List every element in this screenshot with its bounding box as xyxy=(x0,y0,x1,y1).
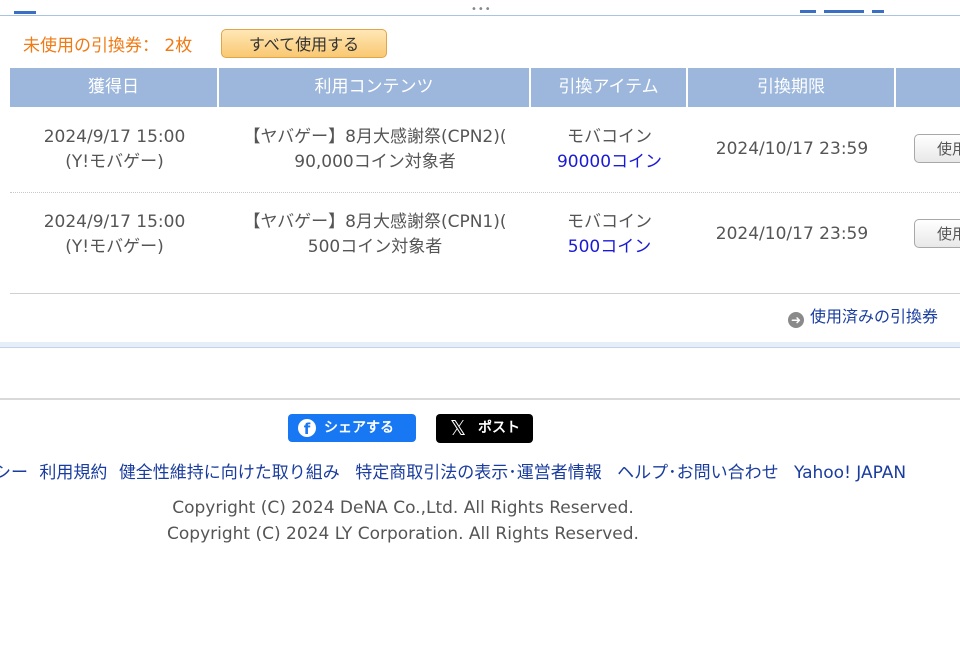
header-item: 引換アイテム xyxy=(531,68,688,107)
table-row: 2024/9/17 15:00 (Y!モバゲー) 【ヤバゲー】8月大感謝祭(CP… xyxy=(10,192,960,277)
acquired-source: (Y!モバゲー) xyxy=(65,236,164,257)
content-title: 【ヤバゲー】8月大感謝祭(CPN1)( xyxy=(243,211,507,232)
unused-ticket-count: 未使用の引換券： 2枚 xyxy=(23,36,193,56)
item-cell: モバコイン 90000コイン xyxy=(531,107,688,192)
top-divider xyxy=(0,15,960,16)
facebook-share-label: シェアする xyxy=(324,420,394,436)
footer-links: シー 利用規約 健全性維持に向けた取り組み 特定商取引法の表示･運営者情報 ヘル… xyxy=(0,458,960,483)
item-name: モバコイン xyxy=(567,211,652,232)
used-tickets-label[interactable]: 使用済みの引換券 xyxy=(810,307,938,326)
copyright-dena: Copyright (C) 2024 DeNA Co.,Ltd. All Rig… xyxy=(172,498,634,518)
acquired-date-cell: 2024/9/17 15:00 (Y!モバゲー) xyxy=(10,192,219,277)
facebook-share-button[interactable]: f シェアする xyxy=(288,414,416,442)
expiry-date: 2024/10/17 23:59 xyxy=(715,224,869,244)
header-expiry: 引換期限 xyxy=(688,68,896,107)
footer-link-integrity[interactable]: 健全性維持に向けた取り組み xyxy=(119,463,340,483)
table-row: 2024/9/17 15:00 (Y!モバゲー) 【ヤバゲー】8月大感謝祭(CP… xyxy=(10,107,960,192)
top-left-fragment xyxy=(14,11,36,14)
x-post-label: ポスト xyxy=(478,420,520,436)
acquired-date-cell: 2024/9/17 15:00 (Y!モバゲー) xyxy=(10,107,219,192)
footer-divider xyxy=(0,398,960,400)
item-amount-link[interactable]: 90000コイン xyxy=(557,150,662,175)
header-acquired-date: 獲得日 xyxy=(10,68,219,107)
content-target: 500コイン対象者 xyxy=(307,236,443,257)
item-name: モバコイン xyxy=(567,126,652,147)
arrow-right-circle-icon: ➜ xyxy=(788,312,804,328)
use-button[interactable]: 使用 xyxy=(914,219,960,248)
top-right-fragment xyxy=(800,10,950,14)
acquired-date: 2024/9/17 15:00 xyxy=(43,126,186,147)
item-amount-link[interactable]: 500コイン xyxy=(568,235,651,260)
item-cell: モバコイン 500コイン xyxy=(531,192,688,277)
content-cell: 【ヤバゲー】8月大感謝祭(CPN1)( 500コイン対象者 xyxy=(219,192,531,277)
header-content: 利用コンテンツ xyxy=(219,68,531,107)
footer-link-privacy[interactable]: シー xyxy=(0,463,28,483)
table-header: 獲得日 利用コンテンツ 引換アイテム 引換期限 xyxy=(10,68,960,107)
x-logo-icon: 𝕏 xyxy=(450,416,467,440)
footer-link-terms[interactable]: 利用規約 xyxy=(39,463,107,483)
used-tickets-link[interactable]: ➜ 使用済みの引換券 xyxy=(788,303,938,328)
footer-link-help[interactable]: ヘルプ･お問い合わせ xyxy=(617,463,779,483)
footer-link-yahoo[interactable]: Yahoo! JAPAN xyxy=(794,463,906,483)
acquired-source: (Y!モバゲー) xyxy=(65,151,164,172)
x-post-button[interactable]: 𝕏 ポスト xyxy=(436,414,533,443)
facebook-icon: f xyxy=(298,419,316,438)
use-button[interactable]: 使用 xyxy=(914,134,960,163)
use-all-button[interactable]: すべて使用する xyxy=(221,29,387,58)
copyright-ly: Copyright (C) 2024 LY Corporation. All R… xyxy=(167,524,639,544)
section-divider xyxy=(0,342,960,348)
page: ••• 未使用の引換券： 2枚 すべて使用する 獲得日 利用コンテンツ 引換アイ… xyxy=(0,0,960,667)
content-title: 【ヤバゲー】8月大感謝祭(CPN2)( xyxy=(243,126,507,147)
expiry-cell: 2024/10/17 23:59 xyxy=(688,192,896,277)
acquired-date: 2024/9/17 15:00 xyxy=(43,211,186,232)
table-bottom-border xyxy=(10,293,960,294)
expiry-cell: 2024/10/17 23:59 xyxy=(688,107,896,192)
expiry-date: 2024/10/17 23:59 xyxy=(715,139,869,159)
content-target: 90,000コイン対象者 xyxy=(294,151,456,172)
drag-handle-icon[interactable]: ••• xyxy=(471,5,492,15)
header-action xyxy=(896,68,960,107)
footer-link-legal[interactable]: 特定商取引法の表示･運営者情報 xyxy=(355,463,602,483)
content-cell: 【ヤバゲー】8月大感謝祭(CPN2)( 90,000コイン対象者 xyxy=(219,107,531,192)
